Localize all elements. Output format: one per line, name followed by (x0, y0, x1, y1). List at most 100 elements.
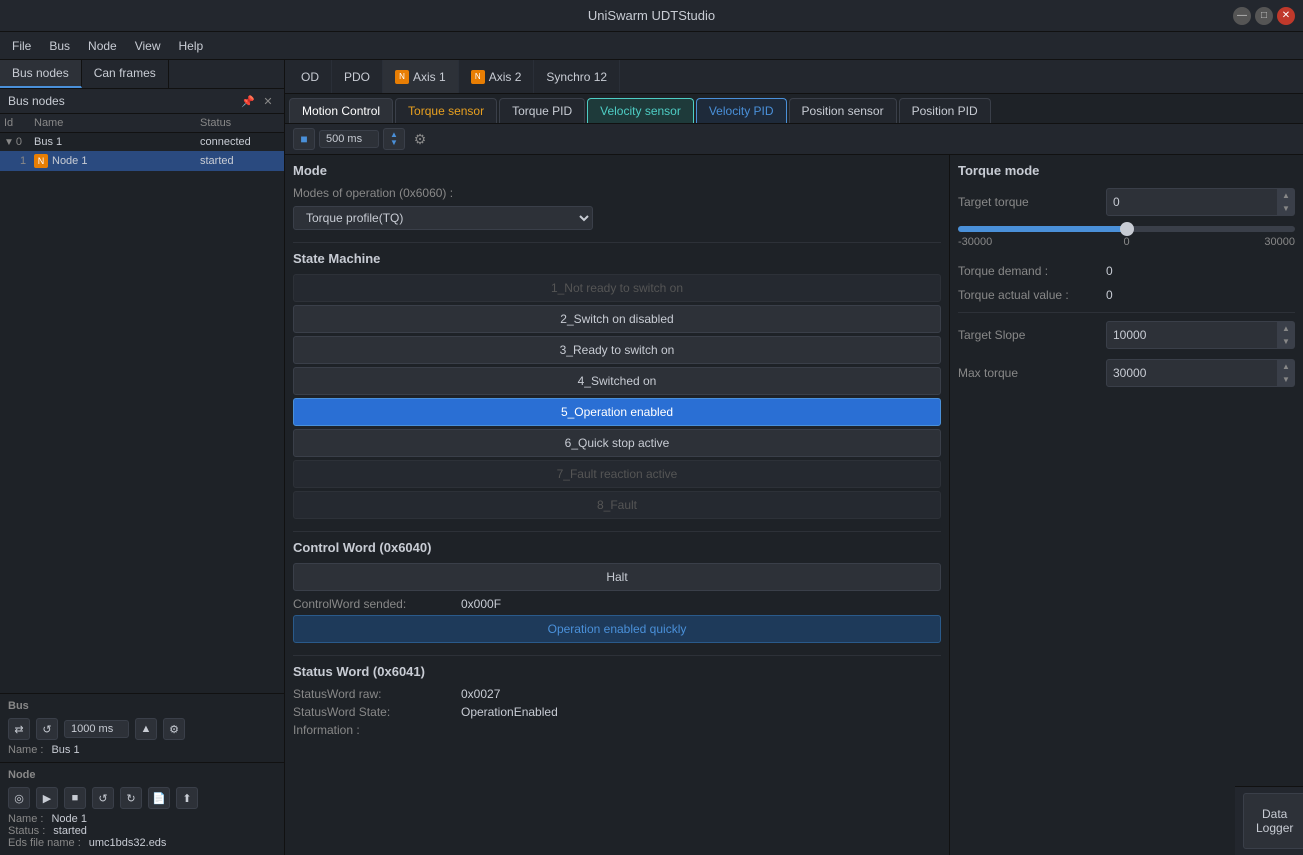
close-panel-icon[interactable]: ✕ (260, 93, 276, 109)
pin-icon[interactable]: 📌 (240, 93, 256, 109)
tab-bus-nodes[interactable]: Bus nodes (0, 60, 82, 88)
torque-slider-labels: -30000 0 30000 (958, 236, 1295, 248)
subtab-velocity-pid[interactable]: Velocity PID (696, 98, 787, 123)
node-export-icon[interactable]: ⬆ (176, 787, 198, 809)
toolbar: ■ ▲ ▼ ⚙ (285, 124, 1303, 155)
status-raw-value: 0x0027 (461, 687, 500, 701)
node-start-icon[interactable]: ◎ (8, 787, 30, 809)
subtab-torque-pid[interactable]: Torque PID (499, 98, 585, 123)
node-stop-icon[interactable]: ■ (64, 787, 86, 809)
bus-name-row: Name : Bus 1 (8, 744, 276, 756)
target-slope-input[interactable]: 10000 (1106, 321, 1278, 349)
torque-actual-label: Torque actual value : (958, 288, 1098, 302)
menu-bus[interactable]: Bus (41, 36, 78, 56)
torque-demand-label: Torque demand : (958, 264, 1098, 278)
bus-name-label: Name : (8, 744, 43, 756)
state-btn-6[interactable]: 6_Quick stop active (293, 429, 941, 457)
title-bar: UniSwarm UDTStudio — □ ✕ (0, 0, 1303, 32)
menu-node[interactable]: Node (80, 36, 125, 56)
bus-settings-icon[interactable]: ⚙ (163, 718, 185, 740)
state-btn-8[interactable]: 8_Fault (293, 491, 941, 519)
node-section-title: Node (8, 769, 276, 781)
menu-help[interactable]: Help (171, 36, 212, 56)
menu-bar: File Bus Node View Help (0, 32, 1303, 60)
tree-row-bus1[interactable]: ▼0 Bus 1 connected (0, 133, 284, 151)
tree-row-node1[interactable]: 1 NNode 1 started (0, 151, 284, 171)
subtab-position-pid[interactable]: Position PID (899, 98, 991, 123)
app-title: UniSwarm UDTStudio (588, 8, 715, 23)
bus-section-title: Bus (8, 700, 276, 712)
slider-max-label: 30000 (1264, 236, 1295, 248)
bus-controls-row: ⇄ ↺ ▲ ⚙ (8, 718, 276, 740)
state-btn-2[interactable]: 2_Switch on disabled (293, 305, 941, 333)
state-btn-1[interactable]: 1_Not ready to switch on (293, 274, 941, 302)
slider-center-label: 0 (1123, 236, 1129, 248)
menu-file[interactable]: File (4, 36, 39, 56)
status-raw-label: StatusWord raw: (293, 687, 453, 701)
node-icon: N (34, 154, 48, 168)
control-word-sent-row: ControlWord sended: 0x000F (293, 597, 941, 611)
target-slope-up[interactable]: ▲ (1278, 322, 1294, 335)
target-torque-up[interactable]: ▲ (1278, 189, 1294, 202)
tab-axis1[interactable]: N Axis 1 (383, 60, 459, 93)
tab-synchro12[interactable]: Synchro 12 (534, 60, 620, 93)
target-torque-row: Target torque 0 ▲ ▼ (958, 188, 1295, 216)
operation-enabled-quickly-button[interactable]: Operation enabled quickly (293, 615, 941, 643)
bottom-btns-container: Data Logger Mapping Pdo Diagram TQ mode (1235, 786, 1303, 855)
max-torque-down[interactable]: ▼ (1278, 373, 1294, 386)
bus-section: Bus ⇄ ↺ ▲ ⚙ Name : Bus 1 (0, 693, 284, 762)
status-word-section: Status Word (0x6041) StatusWord raw: 0x0… (293, 664, 941, 737)
data-logger-btn[interactable]: Data Logger (1243, 793, 1303, 849)
tab-pdo[interactable]: PDO (332, 60, 383, 93)
tab-od[interactable]: OD (289, 60, 332, 93)
bus-sync-icon[interactable]: ⇄ (8, 718, 30, 740)
maximize-button[interactable]: □ (1255, 7, 1273, 25)
tab-can-frames[interactable]: Can frames (82, 60, 169, 88)
main-layout: Bus nodes Can frames Bus nodes 📌 ✕ Id Na… (0, 60, 1303, 855)
bus-spin-up[interactable]: ▲ (135, 718, 157, 740)
node-reset-icon[interactable]: ↺ (92, 787, 114, 809)
bus-loop-icon[interactable]: ↺ (36, 718, 58, 740)
toolbar-record-btn[interactable]: ■ (293, 128, 315, 150)
torque-demand-value: 0 (1106, 264, 1113, 278)
state-btn-7[interactable]: 7_Fault reaction active (293, 460, 941, 488)
subtab-velocity-sensor[interactable]: Velocity sensor (587, 98, 694, 123)
status-state-value: OperationEnabled (461, 705, 558, 719)
target-slope-spin-btns: ▲ ▼ (1278, 321, 1295, 349)
subtab-position-sensor[interactable]: Position sensor (789, 98, 897, 123)
max-torque-input[interactable]: 30000 (1106, 359, 1278, 387)
status-word-title: Status Word (0x6041) (293, 664, 941, 679)
bus-time-input[interactable] (64, 720, 129, 738)
state-btn-5[interactable]: 5_Operation enabled (293, 398, 941, 426)
node-status-value: started (53, 825, 87, 837)
max-torque-up[interactable]: ▲ (1278, 360, 1294, 373)
tab-axis2[interactable]: N Axis 2 (459, 60, 535, 93)
target-torque-input[interactable]: 0 (1106, 188, 1278, 216)
mode-title: Mode (293, 163, 941, 178)
status-info-row: Information : (293, 723, 941, 737)
target-slope-down[interactable]: ▼ (1278, 335, 1294, 348)
subtab-motion-control[interactable]: Motion Control (289, 98, 393, 123)
menu-view[interactable]: View (127, 36, 169, 56)
divider-3 (293, 655, 941, 656)
content-area: Mode Modes of operation (0x6060) : Torqu… (285, 155, 1303, 855)
target-torque-down[interactable]: ▼ (1278, 202, 1294, 215)
bus1-id: ▼0 (4, 136, 34, 148)
node-play-icon[interactable]: ▶ (36, 787, 58, 809)
state-btn-3[interactable]: 3_Ready to switch on (293, 336, 941, 364)
node-doc-icon[interactable]: 📄 (148, 787, 170, 809)
node-fwd-icon[interactable]: ↻ (120, 787, 142, 809)
close-button[interactable]: ✕ (1277, 7, 1295, 25)
toolbar-settings-icon[interactable]: ⚙ (409, 128, 431, 150)
axis2-icon: N (471, 70, 485, 84)
subtab-torque-sensor[interactable]: Torque sensor (395, 98, 497, 123)
torque-actual-row: Torque actual value : 0 (958, 288, 1295, 302)
mode-select[interactable]: Torque profile(TQ) (293, 206, 593, 230)
torque-slider-thumb[interactable] (1120, 222, 1134, 236)
halt-button[interactable]: Halt (293, 563, 941, 591)
minimize-button[interactable]: — (1233, 7, 1251, 25)
toolbar-spin-btns[interactable]: ▲ ▼ (383, 128, 405, 150)
state-btn-4[interactable]: 4_Switched on (293, 367, 941, 395)
torque-slider-track (958, 226, 1295, 232)
toolbar-time-input[interactable] (319, 130, 379, 148)
